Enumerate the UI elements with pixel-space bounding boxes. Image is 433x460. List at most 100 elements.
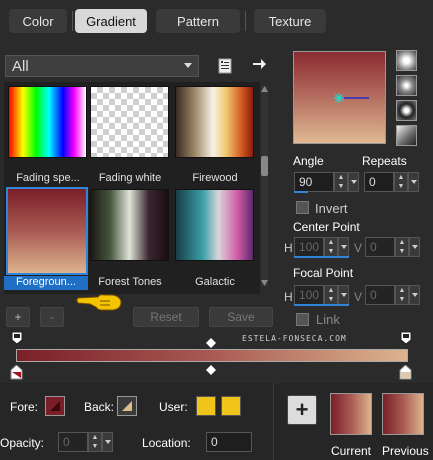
scroll-up-icon[interactable]	[261, 86, 268, 92]
tab-bar: Color Gradient Pattern Texture	[0, 0, 433, 40]
center-v-spinner[interactable]: ▲ ▼	[395, 237, 409, 257]
gradient-swatch-galactic[interactable]	[175, 189, 254, 261]
color-stop-marker-icon[interactable]	[10, 365, 23, 380]
opacity-midpoint-icon[interactable]	[206, 338, 216, 348]
gradient-swatch-fading-spectrum[interactable]	[8, 86, 87, 158]
focal-h-spinner[interactable]: ▲ ▼	[324, 285, 338, 305]
angle-handle-icon	[334, 93, 369, 103]
opacity-label: Opacity:	[0, 436, 45, 450]
opacity-stop-marker-icon[interactable]	[11, 331, 23, 345]
arrow-right-icon[interactable]	[248, 53, 270, 75]
scroll-down-icon[interactable]	[261, 280, 268, 286]
center-h-dropdown[interactable]	[338, 237, 349, 257]
repeats-spinner[interactable]: ▲ ▼	[394, 172, 408, 192]
current-label: Current	[331, 444, 372, 458]
color-stop-marker-icon[interactable]	[399, 365, 412, 380]
plus-icon: +	[295, 397, 309, 422]
location-label: Location:	[142, 436, 191, 450]
opacity-input[interactable]: 0	[58, 432, 88, 452]
current-gradient-swatch	[330, 393, 372, 435]
tab-texture[interactable]: Texture	[254, 9, 326, 33]
color-midpoint-icon[interactable]	[206, 365, 216, 375]
library-menu-icon[interactable]	[214, 55, 236, 77]
tab-pattern[interactable]: Pattern	[156, 9, 240, 33]
save-button[interactable]: Save	[209, 307, 273, 327]
add-gradient-button[interactable]: +	[6, 307, 30, 327]
gradient-swatch-forest-tones[interactable]	[90, 189, 169, 261]
center-v-label: V	[354, 241, 363, 255]
add-stop-button[interactable]: +	[287, 395, 317, 425]
watermark-text: ESTELA-FONSECA.COM	[242, 334, 347, 343]
gallery-item-label[interactable]: Forest Tones	[88, 276, 172, 290]
angle-slider[interactable]	[294, 191, 308, 193]
center-h-slider[interactable]	[294, 256, 349, 258]
repeats-dropdown[interactable]	[408, 172, 419, 192]
user-label: User:	[159, 400, 188, 414]
angle-label: Angle	[293, 154, 324, 168]
user-color-chip[interactable]	[196, 396, 216, 416]
back-color-chip[interactable]	[117, 396, 137, 416]
focal-point-label: Focal Point	[293, 266, 354, 280]
focal-v-label: V	[354, 290, 363, 304]
gradient-swatch-fading-white[interactable]	[90, 86, 169, 158]
gallery-scroll-thumb[interactable]	[261, 156, 268, 176]
opacity-dropdown[interactable]	[102, 432, 113, 452]
focal-h-input[interactable]: 100	[294, 285, 324, 305]
center-v-input[interactable]: 0	[365, 237, 395, 257]
previous-label: Previous	[382, 444, 429, 458]
radial-style-icon[interactable]	[396, 125, 417, 146]
gradient-swatch-foreground-background[interactable]	[6, 187, 88, 275]
invert-checkbox[interactable]	[296, 201, 309, 214]
focal-v-input[interactable]: 0	[365, 285, 395, 305]
repeats-input[interactable]: 0	[364, 172, 394, 192]
gallery-item-label[interactable]: Foregroun...	[4, 276, 88, 290]
gallery-item-label[interactable]: Firewood	[173, 172, 257, 186]
gallery-item-label[interactable]: Fading white	[88, 172, 172, 186]
focal-v-dropdown[interactable]	[409, 285, 420, 305]
back-label: Back:	[84, 400, 115, 414]
angle-spinner[interactable]: ▲ ▼	[334, 172, 348, 192]
fore-color-chip[interactable]	[45, 396, 65, 416]
category-value: All	[12, 57, 29, 75]
center-h-input[interactable]: 100	[294, 237, 324, 257]
link-checkbox[interactable]	[296, 313, 309, 326]
reset-button[interactable]: Reset	[133, 307, 199, 327]
panel-divider	[273, 383, 274, 460]
center-h-spinner[interactable]: ▲ ▼	[324, 237, 338, 257]
opacity-spinner[interactable]: ▲ ▼	[88, 432, 102, 452]
gallery-item-label[interactable]: Galactic	[173, 276, 257, 290]
user-color-chip-alt[interactable]	[221, 396, 241, 416]
gradient-bar[interactable]	[16, 349, 408, 362]
chevron-down-icon	[184, 63, 192, 68]
tab-gradient[interactable]: Gradient	[75, 9, 147, 33]
focal-v-spinner[interactable]: ▲ ▼	[395, 285, 409, 305]
gradient-preview[interactable]	[293, 51, 386, 144]
focal-h-label: H	[284, 290, 293, 304]
sunburst-style-icon[interactable]	[396, 100, 417, 121]
link-label: Link	[316, 312, 340, 327]
linear-style-icon[interactable]	[396, 50, 417, 71]
fore-label: Fore:	[10, 400, 39, 414]
center-h-label: H	[284, 241, 293, 255]
invert-label: Invert	[315, 201, 348, 216]
previous-gradient-swatch	[382, 393, 424, 435]
angle-dropdown[interactable]	[348, 172, 359, 192]
focal-h-slider[interactable]	[294, 304, 349, 306]
tab-divider	[245, 11, 246, 31]
category-dropdown[interactable]: All	[5, 55, 199, 77]
remove-gradient-button[interactable]: -	[40, 307, 64, 327]
gallery-item-label[interactable]: Fading spe...	[6, 172, 90, 186]
location-input[interactable]: 0	[206, 432, 252, 452]
angle-input[interactable]: 90	[294, 172, 334, 192]
rectangular-style-icon[interactable]	[396, 75, 417, 96]
center-point-label: Center Point	[293, 220, 360, 234]
focal-h-dropdown[interactable]	[338, 285, 349, 305]
repeats-label: Repeats	[362, 154, 407, 168]
tab-divider	[72, 11, 73, 31]
tab-color[interactable]: Color	[9, 9, 67, 33]
pointing-hand-icon	[76, 294, 122, 311]
gradient-swatch-firewood[interactable]	[175, 86, 254, 158]
center-v-dropdown[interactable]	[409, 237, 420, 257]
gallery-scrollbar[interactable]	[261, 86, 268, 286]
opacity-stop-marker-icon[interactable]	[400, 331, 412, 345]
